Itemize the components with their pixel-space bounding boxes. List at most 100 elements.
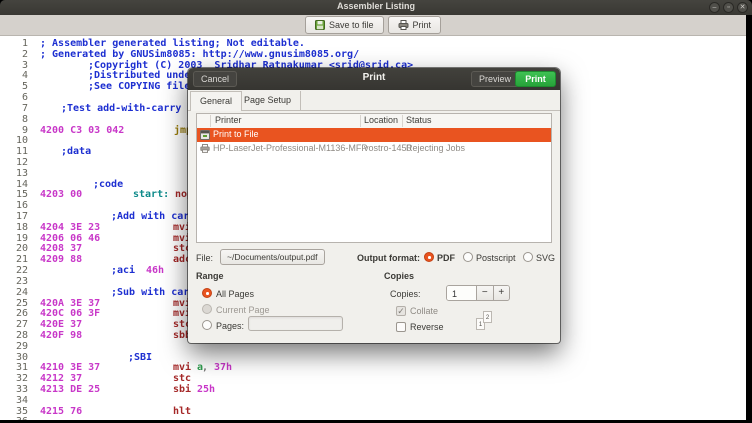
column-location[interactable]: Location xyxy=(364,115,398,125)
close-icon[interactable]: ✕ xyxy=(737,2,748,13)
code-token: 4208 37 xyxy=(40,243,83,255)
line-number: 3 xyxy=(21,59,28,71)
code-token: ;code xyxy=(93,178,124,190)
line-number: 10 xyxy=(15,135,28,147)
tab-page-setup[interactable]: Page Setup xyxy=(235,91,302,110)
code-line: 2 ; Generated by GNUSim8085: http://www.g… xyxy=(0,49,746,60)
range-label-current-page: Current Page xyxy=(216,305,270,315)
copies-title: Copies xyxy=(384,271,415,281)
print-button[interactable]: Print xyxy=(387,16,442,34)
code-line: 30 ;SBI xyxy=(0,352,746,363)
line-number: 6 xyxy=(21,92,28,104)
code-line: 36 xyxy=(0,416,746,420)
printer-cell-printer: Print to File xyxy=(213,129,259,139)
code-token: 4210 3E 37 xyxy=(40,362,101,374)
line-number: 15 xyxy=(15,189,28,201)
code-token: 420F 98 xyxy=(40,329,83,341)
line-number: 5 xyxy=(21,81,28,93)
format-label-pdf: PDF xyxy=(437,253,455,263)
code-token: ;Test add-with-carry xyxy=(61,102,182,114)
code-token: 4206 06 46 xyxy=(40,232,101,244)
line-number: 33 xyxy=(15,384,28,396)
printer-list[interactable]: Printer Location Status Print to File HP-… xyxy=(196,113,552,243)
reverse-checkbox[interactable] xyxy=(396,322,406,332)
line-number: 1 xyxy=(21,38,28,49)
code-token: 25h xyxy=(197,384,216,396)
line-number: 36 xyxy=(2,416,28,420)
printer-row[interactable]: HP-LaserJet-Professional-M1136-MFP vostro… xyxy=(197,142,551,156)
code-line: 35 4215 76 hlt xyxy=(0,406,746,417)
printer-list-header[interactable]: Printer Location Status xyxy=(197,114,551,129)
code-token: hlt xyxy=(173,405,192,417)
line-number: 17 xyxy=(15,211,28,222)
format-radio-svg[interactable] xyxy=(523,252,533,262)
column-status[interactable]: Status xyxy=(406,115,432,125)
copies-increase-button[interactable]: + xyxy=(492,286,509,300)
save-to-file-button[interactable]: Save to file xyxy=(304,16,384,34)
code-line: 32 4212 37 stc xyxy=(0,373,746,384)
printer-icon xyxy=(200,144,210,155)
collate-page-2-icon: 2 xyxy=(483,311,492,323)
preview-button[interactable]: Preview xyxy=(471,71,520,87)
code-token: sbi xyxy=(173,384,192,396)
print-confirm-button[interactable]: Print xyxy=(515,71,556,87)
file-chooser-button[interactable]: ~/Documents/output.pdf xyxy=(220,249,325,265)
format-radio-postscript[interactable] xyxy=(463,252,473,262)
code-token: 420C 06 3F xyxy=(40,308,101,320)
minimize-icon[interactable]: – xyxy=(709,2,720,13)
line-number: 4 xyxy=(21,70,28,82)
format-radio-pdf[interactable] xyxy=(424,252,434,262)
copies-decrease-button[interactable]: − xyxy=(476,286,493,300)
line-number: 14 xyxy=(15,178,28,190)
toolbar: Save to file Print xyxy=(0,15,746,36)
line-number: 29 xyxy=(15,340,28,352)
line-number: 35 xyxy=(15,405,28,417)
code-line: 31 4210 3E 37 mvi a, 37h xyxy=(0,362,746,373)
line-number: 34 xyxy=(15,394,28,406)
code-token: ;SBI xyxy=(128,351,153,363)
line-number: 7 xyxy=(21,102,28,114)
pages-input[interactable] xyxy=(248,316,343,331)
window-title: Assembler Listing xyxy=(336,1,416,11)
code-token: ;aci xyxy=(111,265,136,277)
printer-icon xyxy=(398,20,409,30)
range-radio-pages[interactable] xyxy=(202,320,212,330)
window-controls: – ▫ ✕ xyxy=(709,2,748,13)
line-number: 11 xyxy=(15,146,28,158)
code-token: 4209 88 xyxy=(40,254,83,266)
column-printer[interactable]: Printer xyxy=(215,115,242,125)
collate-checkbox[interactable]: ✓ xyxy=(396,306,406,316)
line-number: 13 xyxy=(15,167,28,179)
code-token: mvi xyxy=(173,362,192,374)
printer-cell-status: Rejecting Jobs xyxy=(406,143,466,153)
code-token: 37h xyxy=(214,362,233,374)
code-token: stc xyxy=(173,373,192,385)
code-token: ;See COPYING file xyxy=(88,81,191,93)
printer-row[interactable]: Print to File xyxy=(197,128,551,142)
line-number: 22 xyxy=(15,265,28,277)
copies-value[interactable]: 1 xyxy=(447,286,477,300)
line-number: 28 xyxy=(15,329,28,341)
format-label-postscript: Postscript xyxy=(476,253,516,263)
range-label-pages: Pages: xyxy=(216,321,245,331)
code-token: 46h xyxy=(146,265,165,277)
range-title: Range xyxy=(196,271,224,281)
reverse-label: Reverse xyxy=(410,322,444,332)
code-token: 4204 3E 23 xyxy=(40,221,101,233)
code-line: 33 4213 DE 25 sbi 25h xyxy=(0,384,746,395)
format-label-svg: SVG xyxy=(536,253,556,263)
maximize-icon[interactable]: ▫ xyxy=(723,2,734,13)
output-format-label: Output format: xyxy=(357,253,420,263)
line-number: 21 xyxy=(15,254,28,266)
save-to-file-label: Save to file xyxy=(328,20,374,30)
range-radio-all-pages[interactable] xyxy=(202,288,212,298)
line-number: 8 xyxy=(21,113,28,125)
code-token: 4212 37 xyxy=(40,373,83,385)
window-titlebar[interactable]: Assembler Listing – ▫ ✕ xyxy=(0,0,752,15)
range-radio-current-page[interactable] xyxy=(202,304,212,314)
line-number: 25 xyxy=(15,297,28,309)
print-dialog-header[interactable]: Cancel Print Preview Print xyxy=(188,68,560,90)
range-label-all-pages: All Pages xyxy=(216,289,255,299)
save-icon xyxy=(314,20,325,30)
printer-cell-printer: HP-LaserJet-Professional-M1136-MFP xyxy=(213,143,368,153)
